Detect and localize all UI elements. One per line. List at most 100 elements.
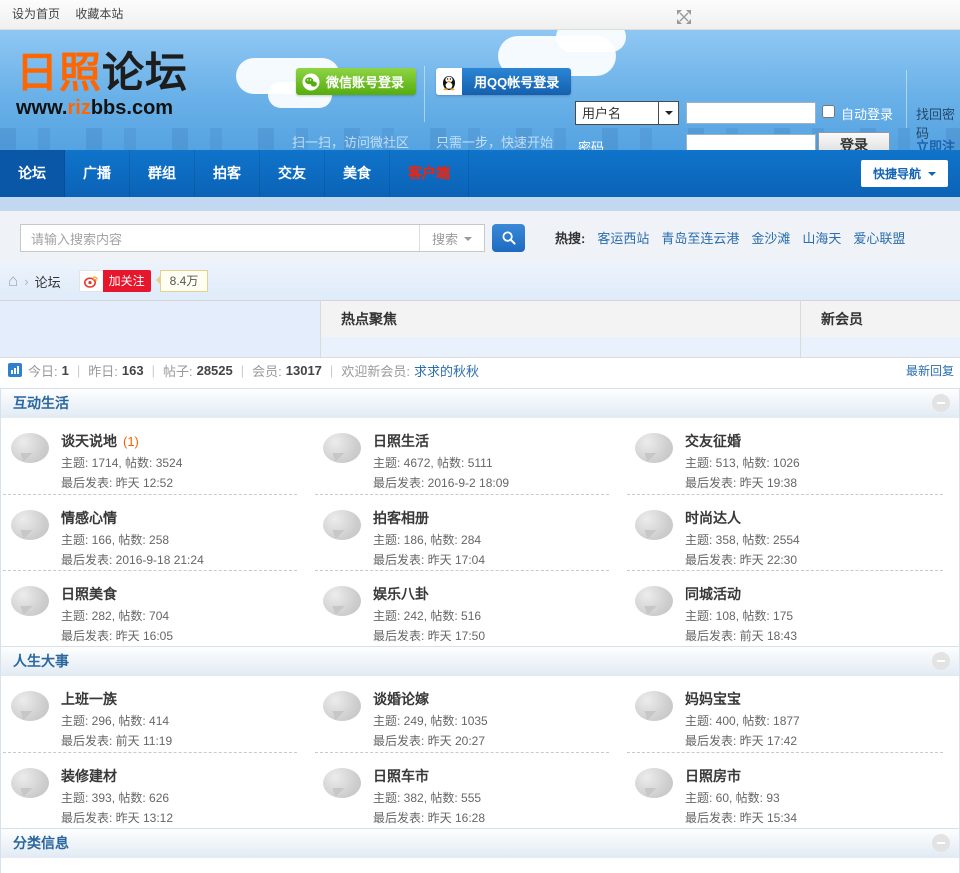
section-body: 二手交易房产交易车辆交易	[1, 858, 959, 873]
search-scope-dropdown[interactable]: 搜索	[419, 225, 484, 251]
yesterday-label: 昨日:	[88, 363, 118, 379]
main-navbar: 论坛 广播 群组 拍客 交友 美食 客户端 快捷导航	[0, 150, 960, 197]
forum-bubble-icon	[323, 768, 361, 798]
chevron-down-icon	[928, 172, 936, 180]
forum-link[interactable]: 拍客相册	[373, 510, 429, 526]
today-label: 今日:	[28, 363, 58, 379]
weibo-follow-button[interactable]: 加关注	[102, 270, 151, 292]
cloud-decoration	[556, 30, 626, 52]
section-title[interactable]: 互动生活	[13, 389, 69, 417]
collapse-button[interactable]	[932, 834, 950, 852]
forum-last-post: 最后发表: 昨天 17:42	[685, 734, 798, 748]
hot-search-link[interactable]: 青岛至连云港	[661, 228, 739, 247]
set-homepage-link[interactable]: 设为首页	[12, 7, 60, 21]
wechat-login-button[interactable]: 微信账号登录	[296, 68, 417, 95]
fullscreen-icon[interactable]	[676, 7, 692, 24]
search-input[interactable]	[29, 226, 413, 252]
hot-search-link[interactable]: 金沙滩	[751, 228, 790, 247]
forum-last-post: 最后发表: 2016-9-18 21:24	[61, 553, 204, 567]
forum-topic-post-stats: 主题: 393, 帖数: 626	[61, 791, 170, 805]
chevron-down-icon	[464, 236, 472, 245]
nav-item-client-app[interactable]: 客户端	[390, 150, 469, 197]
members-label: 会员:	[252, 363, 282, 379]
forum-cell: 时尚达人 主题: 358, 帖数: 2554 最后发表: 昨天 22:30	[627, 494, 943, 570]
forum-last-post: 最后发表: 昨天 15:34	[685, 811, 798, 825]
login-button[interactable]: 登录	[818, 132, 890, 150]
forum-link[interactable]: 交友征婚	[685, 433, 741, 449]
auto-login-checkbox[interactable]	[822, 105, 835, 118]
forum-link[interactable]: 时尚达人	[685, 510, 741, 526]
collapse-button[interactable]	[932, 652, 950, 670]
forum-bubble-icon	[635, 586, 673, 616]
quick-nav-button[interactable]: 快捷导航	[860, 160, 948, 187]
nav-item-broadcast[interactable]: 广播	[65, 150, 130, 197]
promo-column	[0, 337, 320, 357]
section-title[interactable]: 人生大事	[13, 647, 69, 675]
nav-item-groups[interactable]: 群组	[130, 150, 195, 197]
search-submit-button[interactable]	[492, 224, 525, 252]
register-link[interactable]: 立即注册	[916, 136, 960, 150]
forum-bubble-icon	[11, 510, 49, 540]
password-label: 密码	[578, 140, 605, 150]
forum-last-post: 最后发表: 昨天 13:12	[61, 811, 174, 825]
forum-link[interactable]: 谈天说地	[61, 433, 117, 449]
search-row: 搜索 热搜: 客运西站 青岛至连云港 金沙滩 山海天 爱心联盟	[0, 211, 960, 262]
newest-member-link[interactable]: 求求的秋秋	[414, 361, 479, 380]
divider	[906, 70, 907, 128]
hot-search-link[interactable]: 爱心联盟	[853, 228, 905, 247]
bookmark-site-link[interactable]: 收藏本站	[75, 7, 123, 21]
forum-cell: 情感心情 主题: 166, 帖数: 258 最后发表: 2016-9-18 21:2…	[3, 494, 297, 570]
forum-link[interactable]: 上班一族	[61, 691, 117, 707]
bar-chart-icon	[8, 363, 22, 377]
forum-cell: 拍客相册主题: 186, 帖数: 284 最后发表: 昨天 17:04	[315, 494, 609, 570]
forum-topic-post-stats: 主题: 4672, 帖数: 5111	[373, 456, 493, 470]
logo-title: 日照论坛	[16, 49, 189, 96]
qq-penguin-icon	[436, 68, 462, 95]
forum-link[interactable]: 谈婚论嫁	[373, 691, 429, 707]
forum-section: 分类信息二手交易房产交易车辆交易	[0, 828, 960, 873]
forum-cell: 二手交易	[1, 858, 313, 873]
auto-login-label: 自动登录	[841, 107, 894, 122]
forum-link[interactable]: 情感心情	[61, 510, 117, 526]
forum-link[interactable]: 妈妈宝宝	[685, 691, 741, 707]
forum-last-post: 最后发表: 前天 11:19	[61, 734, 173, 748]
home-icon[interactable]: ⌂	[8, 271, 18, 291]
login-username-input[interactable]	[686, 102, 816, 124]
breadcrumb-current[interactable]: 论坛	[35, 272, 61, 291]
hot-search-link[interactable]: 山海天	[802, 228, 841, 247]
site-logo[interactable]: 日照论坛 www.rizbbs.com	[16, 49, 189, 119]
forum-topic-post-stats: 主题: 186, 帖数: 284	[373, 533, 482, 547]
nav-item-friends[interactable]: 交友	[260, 150, 325, 197]
qq-login-button[interactable]: 用QQ帐号登录	[436, 68, 572, 95]
nav-substrip	[0, 197, 960, 211]
section-title[interactable]: 分类信息	[13, 829, 69, 857]
forum-sections: 互动生活 谈天说地 (1) 主题: 1714, 帖数: 3524 最后发表: 昨天 12…	[0, 388, 960, 873]
forum-link[interactable]: 装修建材	[61, 768, 117, 784]
forum-link[interactable]: 日照车市	[373, 768, 429, 784]
hot-search-link[interactable]: 客运西站	[597, 228, 649, 247]
forum-bubble-icon	[635, 768, 673, 798]
forum-stats-bar: 今日:1 昨日:163 帖子:28525 会员:13017 欢迎新会员:求求的秋…	[0, 358, 960, 382]
login-type-select[interactable]: 用户名	[575, 101, 679, 125]
forum-last-post: 最后发表: 昨天 17:04	[373, 553, 486, 567]
latest-reply-link[interactable]: 最新回复	[906, 362, 954, 379]
forum-link[interactable]: 娱乐八卦	[373, 586, 429, 602]
hot-focus-body	[320, 337, 800, 357]
section-body: 上班一族 主题: 296, 帖数: 414 最后发表: 前天 11:19 谈婚论嫁 主题…	[1, 676, 959, 828]
forum-link[interactable]: 日照房市	[685, 768, 741, 784]
forum-link[interactable]: 日照美食	[61, 586, 117, 602]
hot-focus-header: 热点聚焦	[320, 301, 800, 337]
nav-item-paike[interactable]: 拍客	[195, 150, 260, 197]
forum-cell: 日照车市 主题: 382, 帖数: 555 最后发表: 昨天 16:28	[315, 752, 609, 828]
forum-topic-post-stats: 主题: 249, 帖数: 1035	[373, 714, 488, 728]
logo-url: www.rizbbs.com	[16, 97, 174, 119]
collapse-button[interactable]	[932, 394, 950, 412]
nav-item-food[interactable]: 美食	[325, 150, 390, 197]
posts-count: 28525	[196, 362, 233, 378]
forum-link[interactable]: 日照生活	[373, 433, 429, 449]
forum-link[interactable]: 同城活动	[685, 586, 741, 602]
nav-item-forum[interactable]: 论坛	[0, 150, 65, 197]
login-password-input[interactable]	[686, 134, 816, 150]
forum-last-post: 最后发表: 昨天 17:50	[373, 629, 486, 643]
forum-cell: 同城活动 主题: 108, 帖数: 175 最后发表: 前天 18:43	[627, 570, 943, 646]
